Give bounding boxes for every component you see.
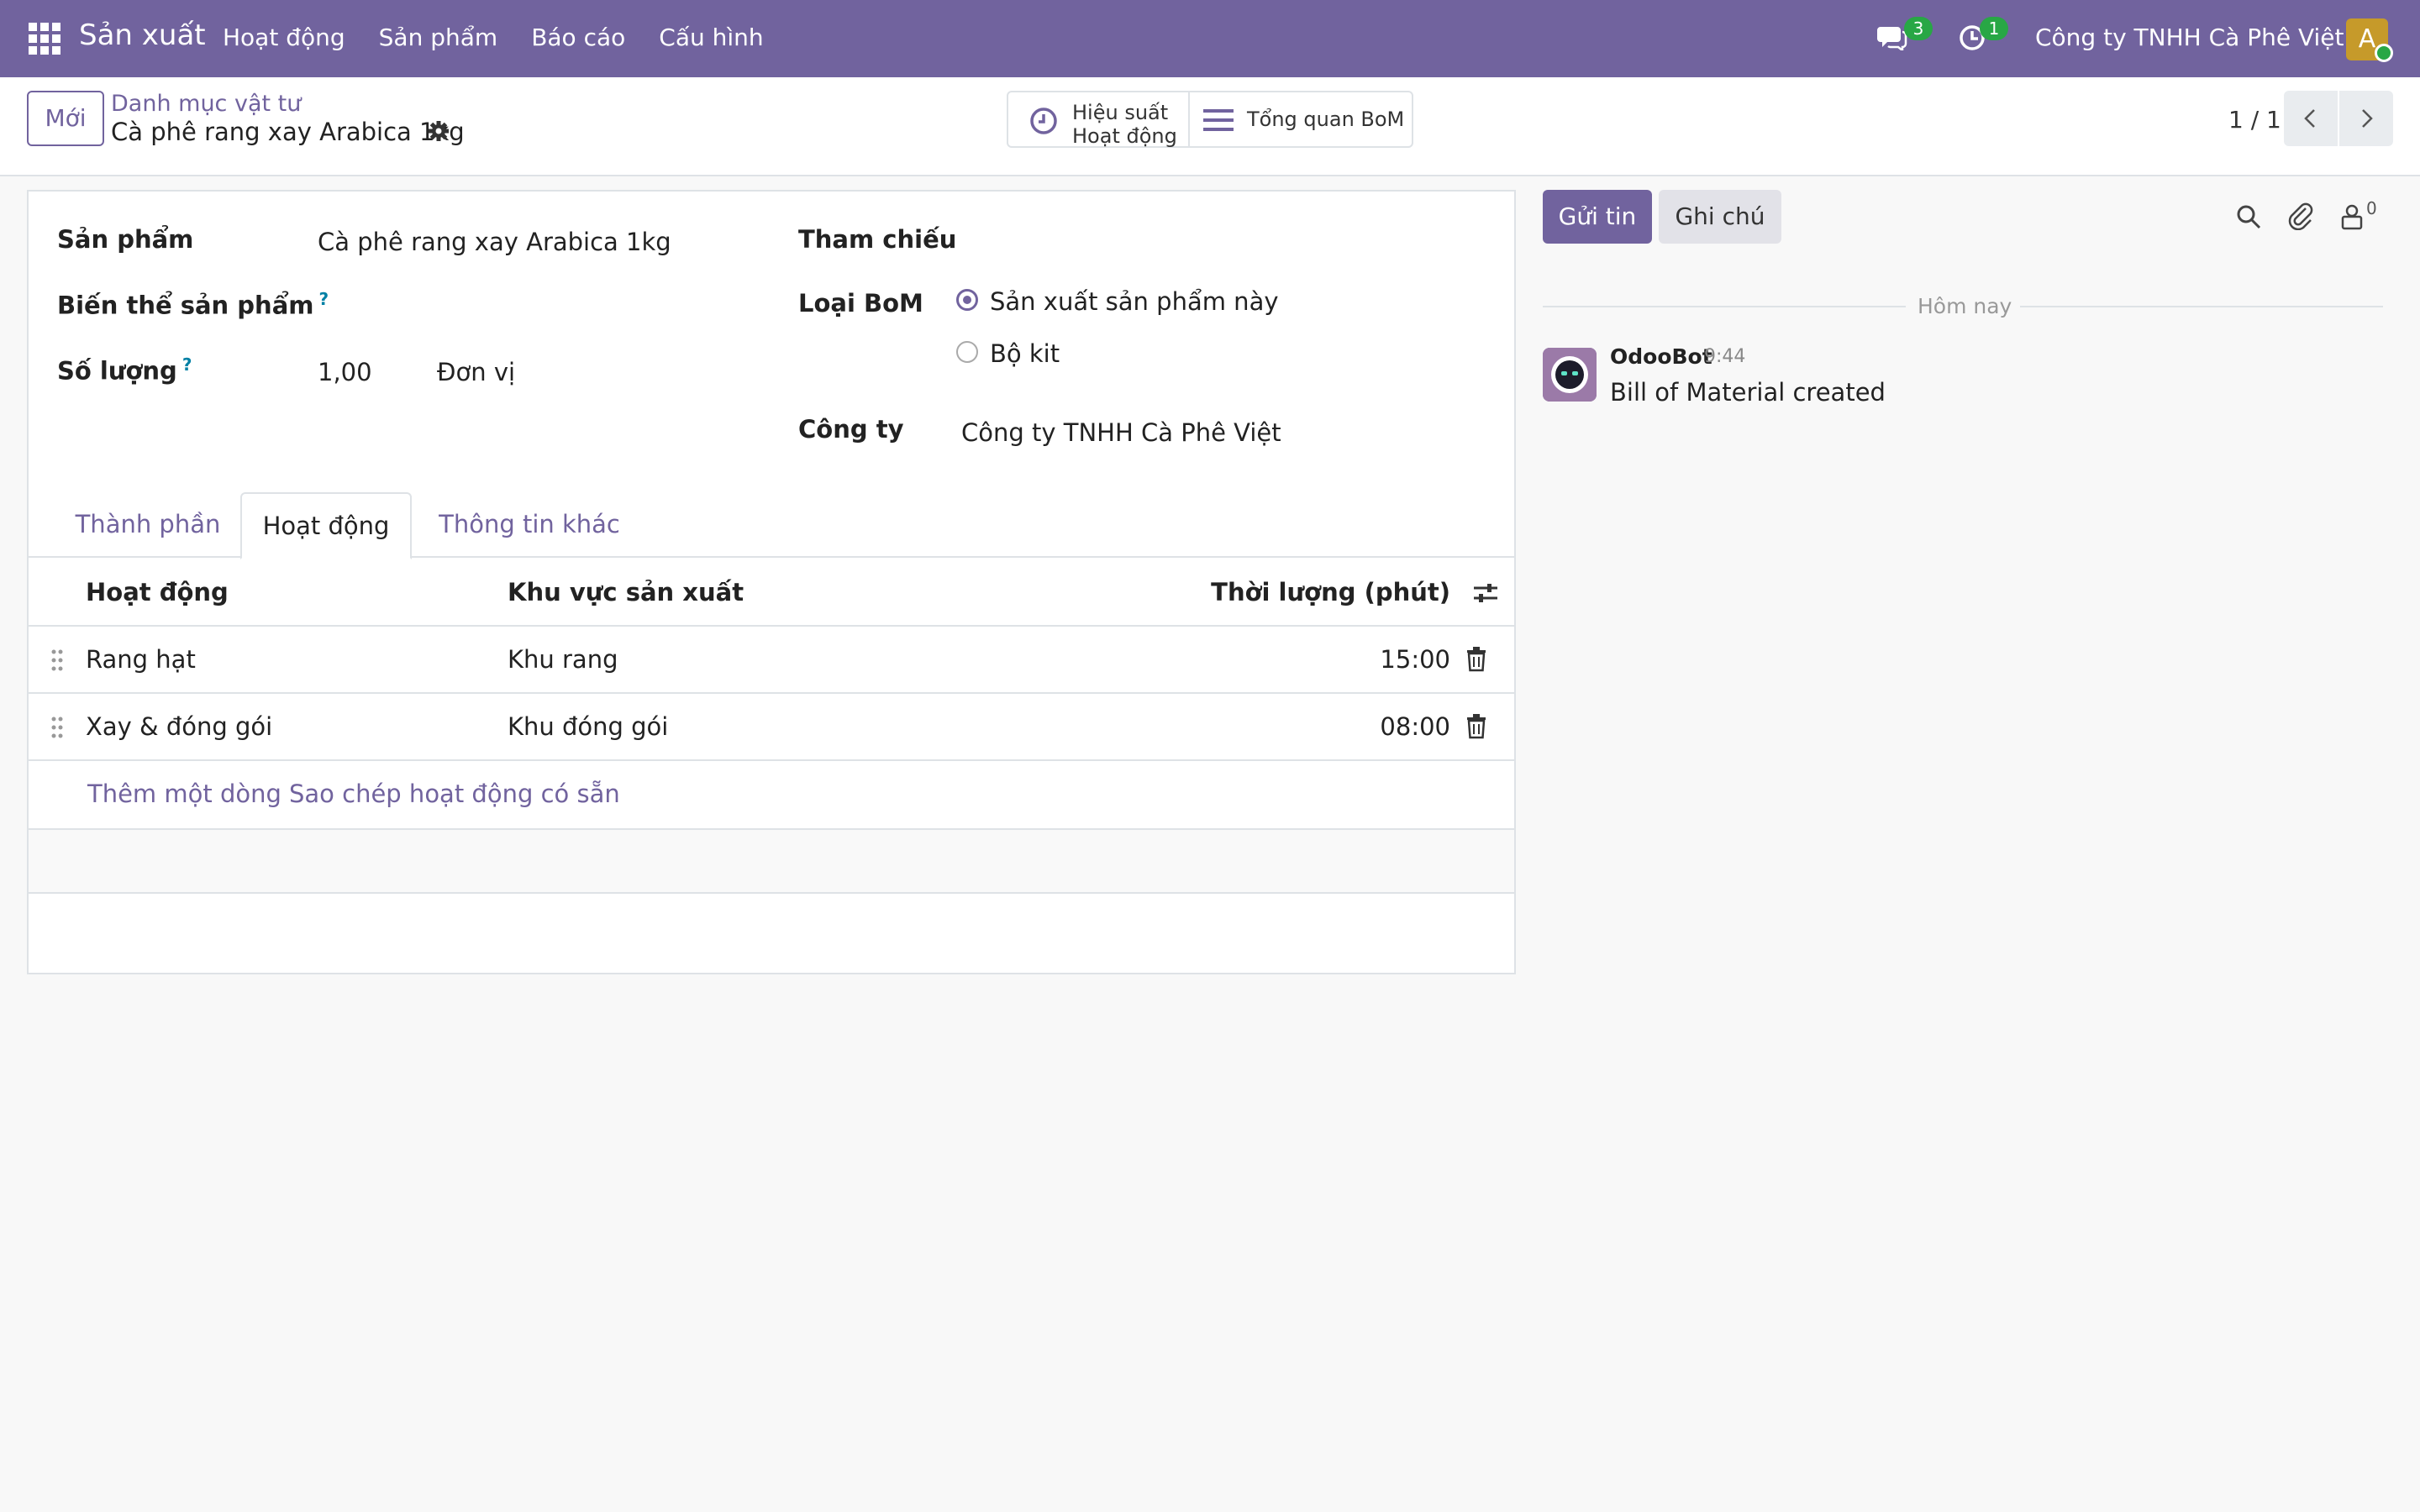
- add-line-row: Thêm một dòng Sao chép hoạt động có sẵn: [29, 761, 1514, 830]
- bom-type-kit-radio[interactable]: [956, 341, 978, 363]
- company-label: Công ty: [798, 415, 904, 444]
- paperclip-icon[interactable]: [2287, 202, 2314, 230]
- bom-type-option-label[interactable]: Sản xuất sản phẩm này: [990, 287, 1279, 316]
- smart-button-line1: Hiệu suất: [1072, 101, 1169, 124]
- pager-value[interactable]: 1 / 1: [2228, 106, 2281, 134]
- smart-buttons: Hiệu suất Hoạt động Tổng quan BoM: [1007, 91, 1413, 148]
- odoobot-avatar[interactable]: [1543, 348, 1597, 402]
- column-workcenter[interactable]: Khu vực sản xuất: [508, 578, 744, 606]
- help-tooltip-icon[interactable]: ?: [182, 354, 192, 375]
- breadcrumb-current: Cà phê rang xay Arabica 1kg: [111, 118, 465, 146]
- trash-icon[interactable]: [1465, 647, 1487, 672]
- pager-previous-button[interactable]: [2284, 91, 2338, 146]
- chat-icon[interactable]: [1877, 24, 1907, 50]
- column-operation[interactable]: Hoạt động: [86, 578, 229, 606]
- message-body: Bill of Material created: [1610, 378, 1886, 407]
- product-label: Sản phẩm: [57, 225, 194, 254]
- tab-misc[interactable]: Thông tin khác: [422, 492, 637, 558]
- company-switcher[interactable]: Công ty TNHH Cà Phê Việt: [2035, 24, 2344, 51]
- message-author[interactable]: OdooBot: [1610, 344, 1712, 369]
- gear-icon[interactable]: [427, 119, 450, 143]
- menu-item-configuration[interactable]: Cấu hình: [659, 24, 763, 51]
- bom-type-option-label[interactable]: Bộ kit: [990, 339, 1060, 368]
- variant-label: Biến thể sản phẩm?: [57, 289, 329, 320]
- bom-overview-button[interactable]: Tổng quan BoM: [1190, 92, 1412, 146]
- app-grid-icon[interactable]: [29, 23, 60, 55]
- menu-item-products[interactable]: Sản phẩm: [379, 24, 498, 51]
- sliders-icon[interactable]: [1472, 581, 1499, 605]
- tab-components[interactable]: Thành phần: [59, 492, 237, 558]
- lock-follower-icon[interactable]: [2339, 203, 2365, 230]
- message-time: 9:44: [1704, 346, 1746, 367]
- notebook-tabs: Thành phần Hoạt động Thông tin khác: [29, 492, 1514, 559]
- table-row[interactable]: Xay & đóng gói Khu đóng gói 08:00: [29, 694, 1514, 761]
- variant-field[interactable]: [318, 289, 755, 323]
- separator-line: [1543, 306, 1906, 307]
- chevron-right-icon: [2362, 109, 2373, 128]
- send-message-button[interactable]: Gửi tin: [1543, 190, 1652, 244]
- breadcrumb-parent[interactable]: Danh mục vật tư: [111, 91, 301, 117]
- copy-operations-link[interactable]: Sao chép hoạt động có sẵn: [289, 780, 620, 808]
- drag-handle-icon[interactable]: [50, 648, 64, 672]
- drag-handle-icon[interactable]: [50, 716, 64, 739]
- activity-count-badge: 1: [1980, 17, 2008, 40]
- smart-button-label: Tổng quan BoM: [1247, 108, 1405, 131]
- bars-icon: [1203, 109, 1234, 131]
- menu-item-reporting[interactable]: Báo cáo: [531, 24, 625, 51]
- reference-field[interactable]: [961, 225, 1482, 259]
- duration-cell[interactable]: 15:00: [1380, 645, 1450, 674]
- search-icon[interactable]: [2235, 203, 2262, 230]
- quantity-field[interactable]: 1,00: [318, 358, 372, 386]
- new-button[interactable]: Mới: [27, 91, 104, 146]
- trash-icon[interactable]: [1465, 714, 1487, 739]
- pager-next-button[interactable]: [2339, 91, 2393, 146]
- bom-type-label: Loại BoM: [798, 289, 923, 318]
- company-field[interactable]: Công ty TNHH Cà Phê Việt: [961, 418, 1281, 447]
- quantity-label: Số lượng?: [57, 354, 192, 386]
- online-status-icon: [2375, 44, 2393, 62]
- table-row[interactable]: Rang hạt Khu rang 15:00: [29, 627, 1514, 694]
- workcenter-cell[interactable]: Khu đóng gói: [508, 712, 668, 741]
- product-field[interactable]: Cà phê rang xay Arabica 1kg: [318, 228, 671, 256]
- date-separator: Hôm nay: [1543, 294, 2383, 319]
- date-label: Hôm nay: [1918, 294, 2012, 318]
- form-sheet: Sản phẩm Cà phê rang xay Arabica 1kg Biế…: [27, 190, 1516, 974]
- top-menu: Hoạt động Sản phẩm Báo cáo Cấu hình: [223, 24, 764, 51]
- separator-line: [2020, 306, 2383, 307]
- control-panel: Mới Danh mục vật tư Cà phê rang xay Arab…: [0, 77, 2420, 176]
- app-title[interactable]: Sản xuất: [79, 18, 206, 52]
- duration-cell[interactable]: 08:00: [1380, 712, 1450, 741]
- operations-performance-button[interactable]: Hiệu suất Hoạt động: [1008, 92, 1190, 148]
- workcenter-cell[interactable]: Khu rang: [508, 645, 618, 674]
- chevron-left-icon: [2304, 109, 2315, 128]
- tab-operations[interactable]: Hoạt động: [240, 492, 412, 559]
- empty-table-row: [29, 830, 1514, 894]
- uom-field[interactable]: Đơn vị: [437, 358, 515, 386]
- operation-cell[interactable]: Xay & đóng gói: [86, 712, 272, 741]
- column-duration[interactable]: Thời lượng (phút): [1211, 578, 1450, 606]
- follower-count: 0: [2366, 198, 2377, 218]
- chat-count-badge: 3: [1904, 17, 1933, 40]
- clock-icon: [1030, 108, 1057, 134]
- operation-cell[interactable]: Rang hạt: [86, 645, 196, 674]
- smart-button-line2: Hoạt động: [1072, 124, 1177, 148]
- add-line-link[interactable]: Thêm một dòng: [87, 780, 281, 808]
- table-header: Hoạt động Khu vực sản xuất Thời lượng (p…: [29, 558, 1514, 627]
- log-note-button[interactable]: Ghi chú: [1659, 190, 1781, 244]
- menu-item-operations[interactable]: Hoạt động: [223, 24, 345, 51]
- bom-type-manufacture-radio[interactable]: [956, 289, 978, 311]
- reference-label: Tham chiếu: [798, 225, 957, 254]
